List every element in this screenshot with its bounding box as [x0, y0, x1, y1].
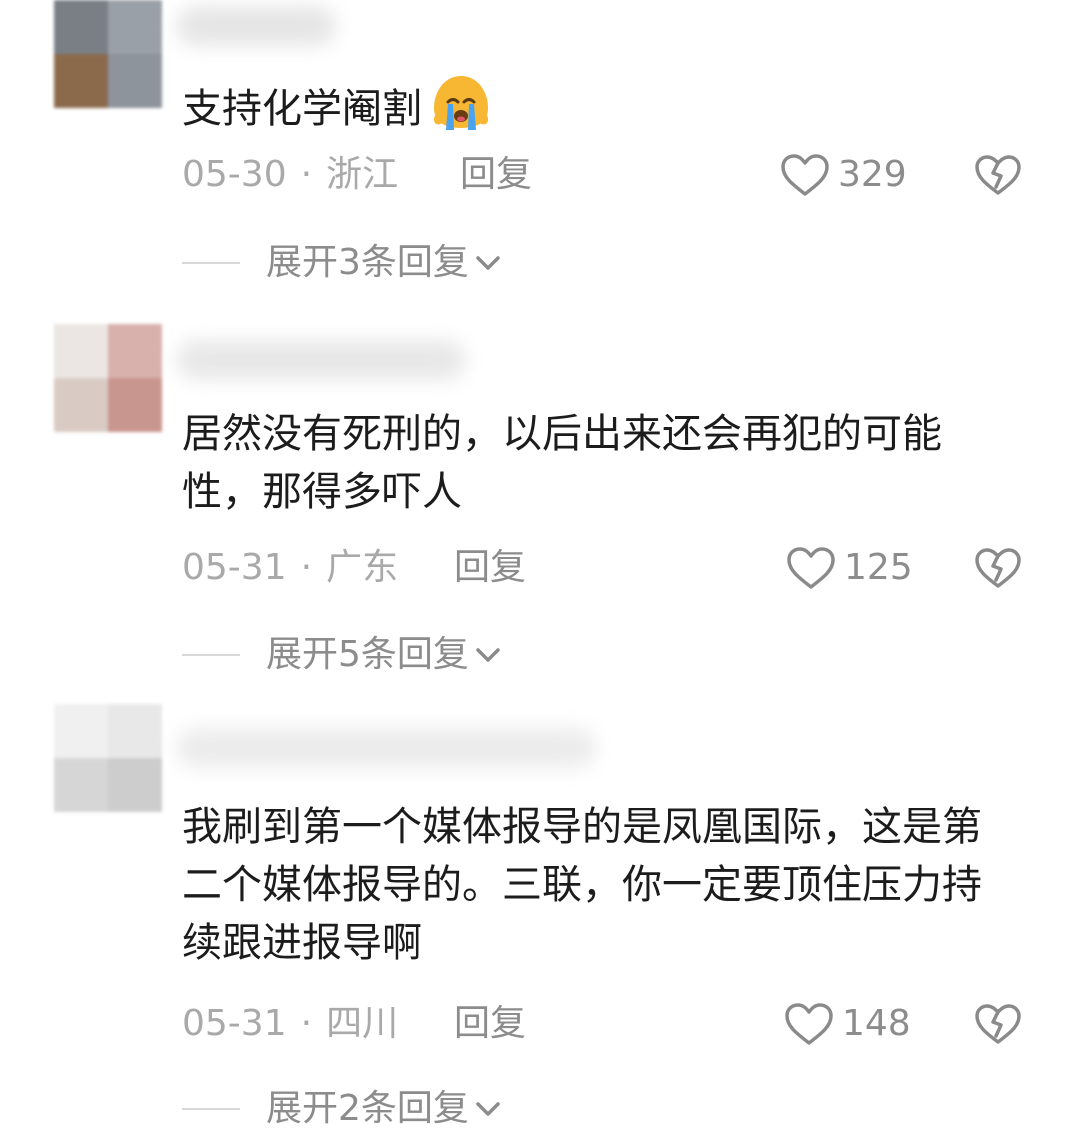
expand-replies-label: 展开5条回复	[266, 634, 469, 675]
comment-text: 我刷到第一个媒体报导的是凤凰国际，这是第二个媒体报导的。三联，你一定要顶住压力持…	[182, 804, 982, 966]
like-count: 329	[838, 154, 907, 195]
comment-date: 05-31	[182, 547, 287, 588]
avatar[interactable]	[54, 0, 162, 108]
comment-meta: 05-31 · 广东	[182, 543, 398, 593]
reply-button[interactable]: 回复	[460, 150, 532, 200]
broken-heart-icon	[975, 155, 1021, 195]
comment-date: 05-30	[182, 154, 287, 195]
heart-outline-icon	[781, 154, 829, 196]
divider-line	[182, 262, 240, 264]
like-count: 148	[842, 1003, 911, 1044]
comment-meta: 05-30 · 浙江	[182, 150, 398, 200]
comment-text: 居然没有死刑的，以后出来还会再犯的可能性，那得多吓人	[182, 411, 942, 515]
divider-line	[182, 1108, 240, 1110]
expand-replies-label: 展开3条回复	[266, 242, 469, 283]
username-blurred[interactable]	[176, 340, 466, 380]
reply-button[interactable]: 回复	[454, 543, 526, 593]
like-button[interactable]: 148	[784, 999, 911, 1049]
broken-heart-icon	[975, 548, 1021, 588]
comment-location: 四川	[326, 1003, 399, 1044]
like-count: 125	[844, 547, 913, 588]
comment-location: 广东	[326, 547, 399, 588]
dislike-button[interactable]	[974, 150, 1022, 200]
username-blurred[interactable]	[176, 6, 336, 46]
reply-button[interactable]: 回复	[454, 999, 526, 1049]
heart-outline-icon	[787, 547, 835, 589]
comment-date: 05-31	[182, 1003, 287, 1044]
dislike-button[interactable]	[974, 999, 1022, 1049]
meta-separator: ·	[300, 547, 313, 588]
like-button[interactable]: 125	[786, 543, 913, 593]
broken-heart-icon	[975, 1004, 1021, 1044]
expand-replies-label: 展开2条回复	[266, 1088, 469, 1129]
meta-separator: ·	[300, 154, 313, 195]
divider-line	[182, 654, 240, 656]
chevron-down-icon	[476, 648, 500, 662]
meta-separator: ·	[300, 1003, 313, 1044]
comment-location: 浙江	[326, 154, 399, 195]
expand-replies[interactable]: 展开3条回复	[182, 238, 501, 288]
heart-outline-icon	[785, 1003, 833, 1045]
like-button[interactable]: 329	[780, 150, 907, 200]
expand-replies[interactable]: 展开5条回复	[182, 630, 501, 680]
chevron-down-icon	[476, 256, 500, 270]
chevron-down-icon	[476, 1102, 500, 1116]
expand-replies[interactable]: 展开2条回复	[182, 1084, 501, 1134]
comment-text: 支持化学阉割	[182, 72, 1012, 138]
comment-meta: 05-31 · 四川	[182, 999, 398, 1049]
dislike-button[interactable]	[974, 543, 1022, 593]
crying-face-emoji	[433, 76, 489, 130]
avatar[interactable]	[54, 704, 162, 812]
username-blurred[interactable]	[176, 728, 596, 768]
avatar[interactable]	[54, 324, 162, 432]
